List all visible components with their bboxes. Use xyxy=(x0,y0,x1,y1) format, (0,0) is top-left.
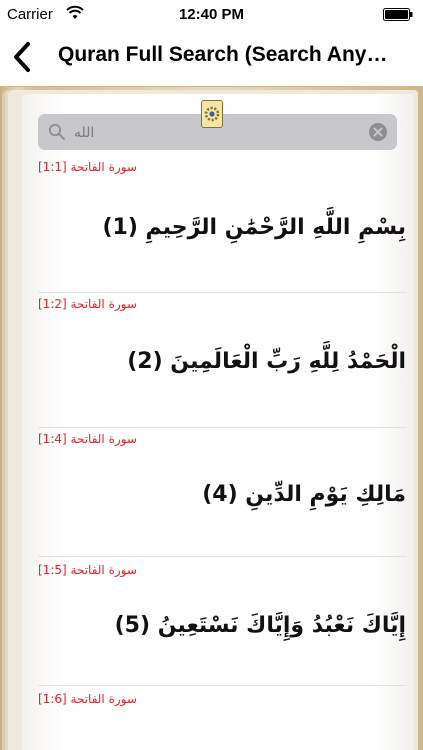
verse-text: مَالِكِ يَوْمِ الدِّينِ (4) xyxy=(202,482,406,507)
back-button[interactable] xyxy=(8,40,38,74)
verse-reference: [1:2] سورة الفاتحة xyxy=(38,297,137,311)
status-time: 12:40 PM xyxy=(178,6,245,23)
divider xyxy=(38,685,406,686)
verse-reference: [1:5] سورة الفاتحة xyxy=(38,563,137,577)
divider xyxy=(38,556,406,557)
divider xyxy=(38,427,406,428)
verse-text: إِيَّاكَ نَعْبُدُ وَإِيَّاكَ نَسْتَعِينُ… xyxy=(114,613,406,638)
verse-reference: [1:4] سورة الفاتحة xyxy=(38,432,137,446)
search-icon xyxy=(48,123,65,140)
battery-icon xyxy=(383,8,413,21)
chevron-left-icon xyxy=(14,42,30,72)
page-title: Quran Full Search (Search Any… xyxy=(58,43,388,66)
verse-text: الْحَمْدُ لِلَّهِ رَبِّ الْعَالَمِينَ (2… xyxy=(127,349,406,374)
verse-text: بِسْمِ اللَّهِ الرَّحْمَٰنِ الرَّحِيمِ (… xyxy=(102,215,406,240)
verse-reference: [1:6] سورة الفاتحة xyxy=(38,692,137,706)
gear-icon[interactable] xyxy=(201,100,223,128)
page xyxy=(22,94,414,750)
verse-reference: [1:1] سورة الفاتحة xyxy=(38,160,137,174)
navigation-bar: Quran Full Search (Search Any… xyxy=(0,28,423,87)
clear-icon[interactable] xyxy=(369,123,387,141)
divider xyxy=(38,292,406,293)
status-bar: Carrier 12:40 PM xyxy=(0,0,423,28)
